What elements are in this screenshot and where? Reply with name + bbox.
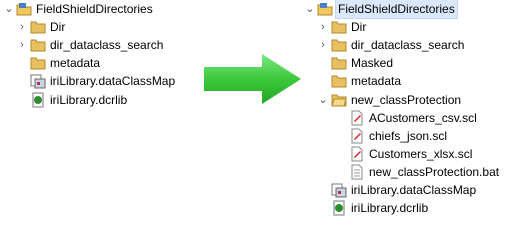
chevron-right-icon[interactable]: › (317, 36, 329, 54)
tree-item-folder[interactable]: metadata (303, 72, 511, 90)
library-icon (331, 200, 347, 216)
tree-item-label: ACustomers_csv.scl (369, 110, 477, 125)
tree-item-label: dir_dataclass_search (50, 38, 164, 53)
right-arrow-icon (204, 54, 301, 104)
chevron-right-icon[interactable]: › (16, 18, 28, 36)
project-icon (16, 1, 32, 17)
folder-open-icon (331, 92, 347, 108)
left-project-root[interactable]: ⌄ FieldShieldDirectories (2, 0, 212, 18)
tree-item-label: iriLibrary.dcrlib (50, 92, 128, 107)
folder-icon (30, 19, 46, 35)
project-label: FieldShieldDirectories (36, 2, 153, 16)
tree-child-file[interactable]: Customers_xlsx.scl (303, 145, 511, 163)
tree-item-file[interactable]: iriLibrary.dcrlib (2, 91, 212, 109)
tree-item-folder[interactable]: › dir_dataclass_search (2, 36, 212, 54)
tree-item-folder-expanded[interactable]: ⌄ new_classProtection (303, 91, 511, 109)
tree-child-file[interactable]: ACustomers_csv.scl (303, 109, 511, 127)
folder-icon (331, 55, 347, 71)
tree-item-file[interactable]: iriLibrary.dataClassMap (303, 181, 511, 199)
tree-item-label: Dir (50, 20, 66, 35)
tree-item-folder[interactable]: metadata (2, 54, 212, 72)
project-label: FieldShieldDirectories (335, 0, 458, 19)
tree-item-label: dir_dataclass_search (351, 38, 465, 53)
datamap-icon (331, 182, 347, 198)
tree-item-label: Masked (351, 56, 394, 71)
chevron-down-icon[interactable]: ⌄ (3, 0, 15, 18)
tree-item-file[interactable]: iriLibrary.dcrlib (303, 199, 511, 217)
datamap-icon (30, 73, 46, 89)
tree-child-file[interactable]: chiefs_json.scl (303, 127, 511, 145)
project-icon (317, 1, 333, 17)
chevron-right-icon[interactable]: › (16, 36, 28, 54)
folder-icon (331, 19, 347, 35)
right-project-root[interactable]: ⌄ FieldShieldDirectories (303, 0, 511, 19)
scl-file-icon (349, 128, 365, 144)
tree-item-label: iriLibrary.dataClassMap (351, 183, 477, 197)
chevron-right-icon[interactable]: › (317, 18, 329, 36)
tree-item-label: new_classProtection (351, 92, 462, 107)
library-icon (30, 92, 46, 108)
tree-item-label: Dir (351, 20, 367, 35)
tree-item-folder[interactable]: › Dir (2, 18, 212, 36)
tree-item-folder[interactable]: › Dir (303, 18, 511, 36)
tree-item-label: Customers_xlsx.scl (369, 146, 473, 161)
tree-item-label: iriLibrary.dataClassMap (50, 74, 176, 89)
folder-icon (30, 37, 46, 53)
folder-icon (30, 55, 46, 71)
folder-icon (331, 37, 347, 53)
tree-item-label: metadata (351, 74, 402, 89)
tree-item-label: chiefs_json.scl (369, 128, 448, 143)
tree-item-label: iriLibrary.dcrlib (351, 201, 429, 216)
folder-icon (331, 73, 347, 89)
scl-file-icon (349, 146, 365, 162)
tree-item-label: metadata (50, 56, 101, 71)
scl-file-icon (349, 110, 365, 126)
chevron-down-icon[interactable]: ⌄ (317, 91, 329, 109)
tree-item-file[interactable]: iriLibrary.dataClassMap (2, 72, 212, 90)
tree-item-folder[interactable]: Masked (303, 54, 511, 72)
chevron-down-icon[interactable]: ⌄ (304, 0, 316, 18)
bat-file-icon (349, 164, 365, 180)
tree-item-folder[interactable]: › dir_dataclass_search (303, 36, 511, 54)
tree-child-file[interactable]: new_classProtection.bat (303, 163, 511, 181)
tree-item-label: new_classProtection.bat (369, 164, 500, 179)
